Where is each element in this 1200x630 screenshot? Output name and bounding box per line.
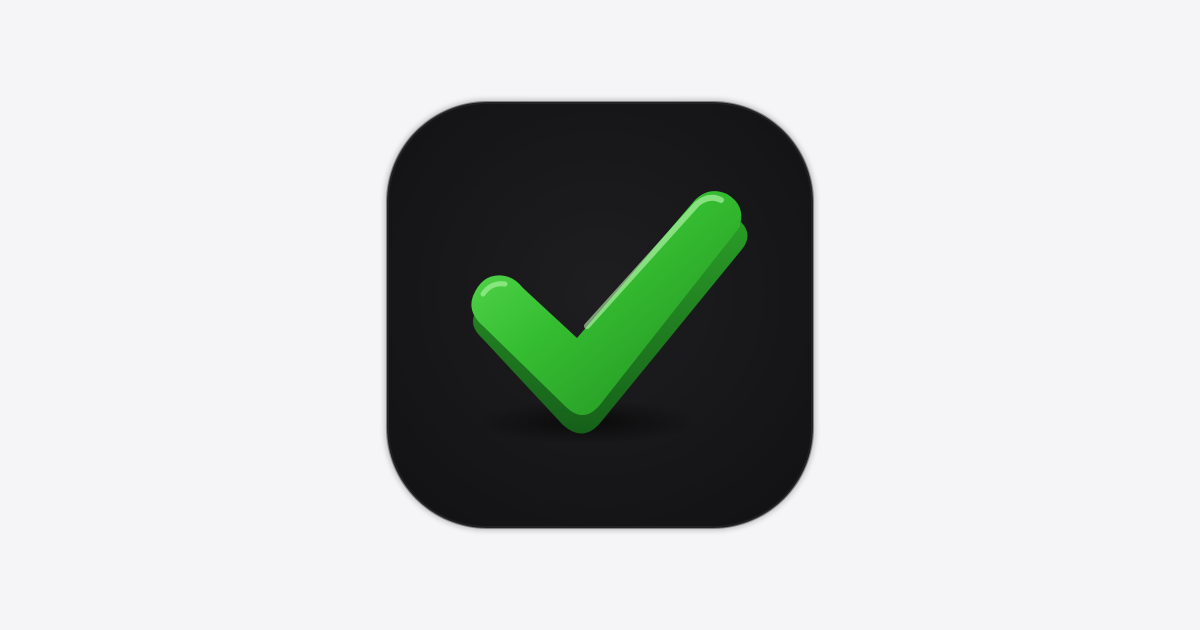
checkmark-icon (471, 191, 748, 444)
page-background (0, 0, 1200, 630)
app-icon-tile (387, 102, 813, 528)
